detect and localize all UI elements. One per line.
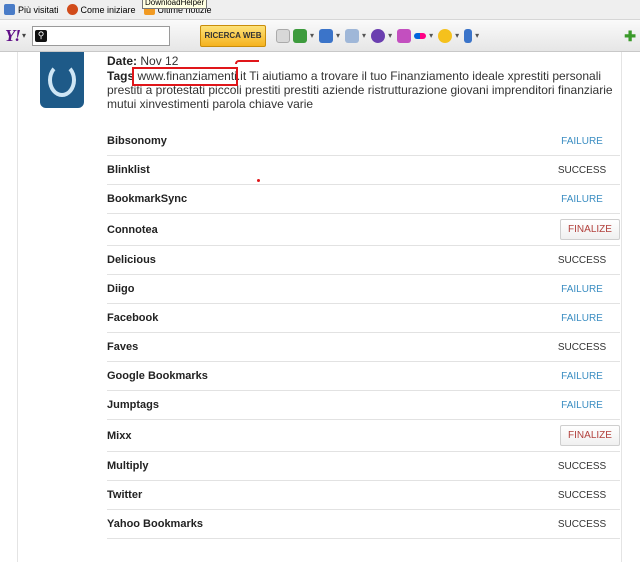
service-name: Mixx <box>107 429 132 442</box>
services-list: Bibsonomy FAILURE Blinklist SUCCESS Bookmark… <box>107 127 620 539</box>
plus-icon[interactable]: ✚ <box>624 28 636 45</box>
status-label: SUCCESS <box>557 254 607 266</box>
annotation-highlight <box>132 67 238 86</box>
status-label: FAILURE <box>561 193 603 205</box>
service-name: Google Bookmarks <box>107 370 208 382</box>
firefox-icon <box>66 4 78 15</box>
service-name: Connotea <box>107 223 158 236</box>
status-label: SUCCESS <box>557 489 607 501</box>
service-name: Diigo <box>107 283 135 295</box>
mail-icon[interactable] <box>319 28 334 43</box>
status-label: FAILURE <box>561 370 603 382</box>
table-row: Jumptags FAILURE <box>107 391 620 420</box>
divider <box>621 52 622 562</box>
status-label: FAILURE <box>561 135 603 147</box>
service-name: Faves <box>107 341 139 353</box>
table-row: Connotea FINALIZE <box>107 214 620 246</box>
bookmarks-icon[interactable] <box>464 28 473 43</box>
date-value: Nov 12 <box>140 54 179 68</box>
table-row: Google Bookmarks FAILURE <box>107 362 620 391</box>
tooltip: DownloadHelper <box>142 0 208 9</box>
finalize-button[interactable]: FINALIZE <box>560 219 620 240</box>
table-row: Mixx FINALIZE <box>107 420 620 452</box>
service-name: Yahoo Bookmarks <box>107 518 203 530</box>
table-row: Multiply SUCCESS <box>107 452 620 481</box>
table-row: Blinklist SUCCESS <box>107 156 620 185</box>
table-row: Delicious SUCCESS <box>107 246 620 275</box>
chevron-down-icon[interactable]: ▾ <box>22 31 26 40</box>
service-name: Blinklist <box>107 164 150 176</box>
table-row: Diigo FAILURE <box>107 275 620 304</box>
service-name: Jumptags <box>107 399 159 411</box>
status-label: FAILURE <box>561 312 603 324</box>
table-row: BookmarkSync FAILURE <box>107 185 620 214</box>
chevron-down-icon[interactable]: ▾ <box>362 31 366 40</box>
page-content: Date: Nov 12 Tags www.finanziamenti.it T… <box>0 52 640 562</box>
status-label: SUCCESS <box>557 518 607 530</box>
table-row: Facebook FAILURE <box>107 304 620 333</box>
table-row: Faves SUCCESS <box>107 333 620 362</box>
service-name: BookmarkSync <box>107 193 188 205</box>
service-name: Facebook <box>107 312 159 324</box>
table-row: Bibsonomy FAILURE <box>107 127 620 156</box>
chevron-down-icon[interactable]: ▾ <box>455 31 459 40</box>
chevron-down-icon[interactable]: ▾ <box>475 31 479 40</box>
service-name: Twitter <box>107 489 143 501</box>
search-icon: ⚲ <box>35 29 48 42</box>
bookmark-come-iniziare[interactable]: Come iniziare <box>66 4 136 15</box>
chevron-down-icon[interactable]: ▾ <box>336 31 340 40</box>
status-label: FAILURE <box>561 283 603 295</box>
status-label: SUCCESS <box>557 164 607 176</box>
messenger-icon[interactable] <box>371 28 386 43</box>
search-input[interactable] <box>50 29 169 42</box>
ring-icon <box>48 63 76 97</box>
bookmark-label: Più visitati <box>18 4 59 15</box>
tags-label: Tags <box>107 69 135 83</box>
page-icon[interactable] <box>345 28 360 43</box>
annotation-stroke <box>235 60 259 64</box>
flickr-icon[interactable] <box>414 32 427 39</box>
status-label: SUCCESS <box>557 460 607 472</box>
yahoo-logo[interactable]: Y! <box>5 26 21 46</box>
date-label: Date: <box>107 54 138 68</box>
status-label: SUCCESS <box>557 341 607 353</box>
table-row: Yahoo Bookmarks SUCCESS <box>107 510 620 539</box>
answers-icon[interactable] <box>397 28 412 43</box>
service-name: Bibsonomy <box>107 135 167 147</box>
chevron-down-icon[interactable]: ▾ <box>388 31 392 40</box>
bookmarks-toolbar: Più visitati Come iniziare Ultime notizi… <box>0 0 640 20</box>
table-row: Twitter SUCCESS <box>107 481 620 510</box>
bookmark-label: Come iniziare <box>80 4 136 15</box>
divider <box>17 52 18 562</box>
toolbar-icons: ▾ ▾ ▾ ▾ ▾ ▾ ▾ <box>276 28 484 43</box>
web-search-button[interactable]: RICERCA WEB <box>200 24 267 47</box>
app-logo <box>40 52 84 108</box>
bookmark-piu-visitati[interactable]: Più visitati <box>4 4 59 15</box>
smiley-icon[interactable] <box>438 28 453 43</box>
chevron-down-icon[interactable]: ▾ <box>429 31 433 40</box>
finalize-button[interactable]: FINALIZE <box>560 425 620 446</box>
date-line: Date: Nov 12 <box>107 54 617 68</box>
bookmark-icon <box>4 4 15 15</box>
yahoo-toolbar: Y! ▾ ⚲ RICERCA WEB ▾ ▾ ▾ ▾ ▾ ▾ ▾ ✚ <box>0 20 640 52</box>
shield-icon[interactable] <box>293 28 308 43</box>
pencil-icon[interactable] <box>276 28 291 43</box>
chevron-down-icon[interactable]: ▾ <box>310 31 314 40</box>
service-name: Multiply <box>107 460 149 472</box>
search-box[interactable]: ⚲ <box>32 25 171 46</box>
status-label: FAILURE <box>561 399 603 411</box>
service-name: Delicious <box>107 254 156 266</box>
